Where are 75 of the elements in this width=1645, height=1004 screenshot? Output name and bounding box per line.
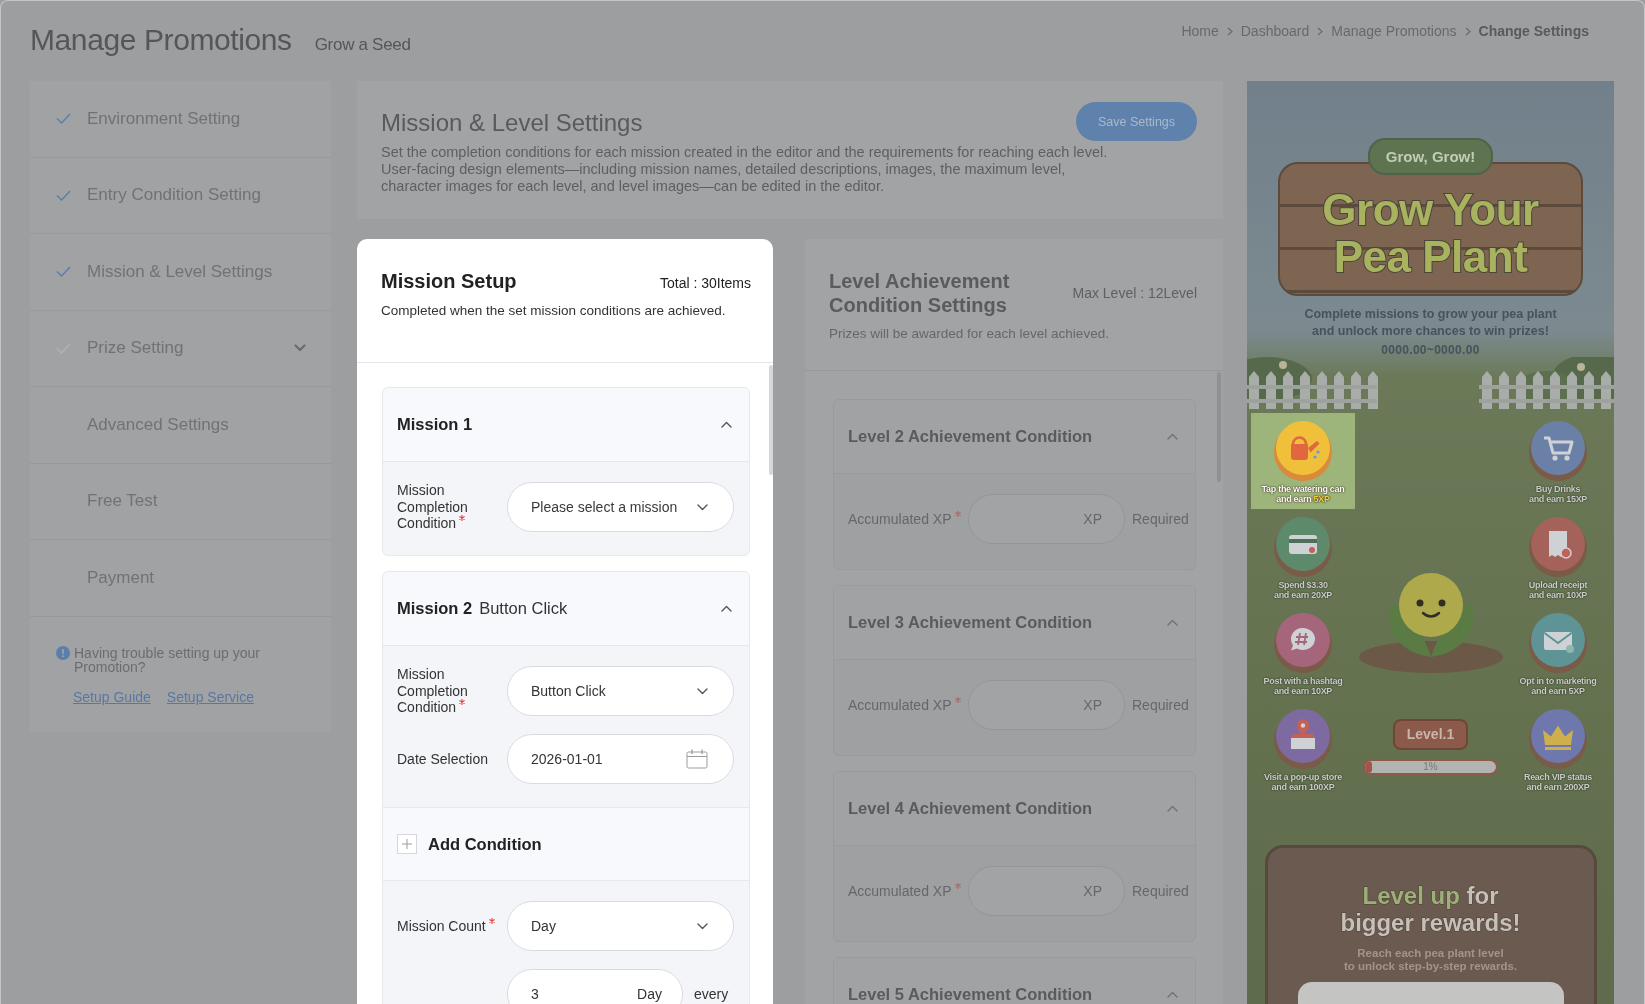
reward-text: Reach each pea plant level to unlock step-by-step rewards. [1343, 947, 1518, 973]
chevron-down-icon [697, 503, 708, 511]
select-field[interactable]: Day [507, 901, 734, 951]
xp-input-field[interactable]: XP [968, 866, 1125, 916]
title-badge: Grow, Grow! [1367, 138, 1494, 175]
progress-percent: 1% [1422, 761, 1439, 773]
level-title: Level 3 Achievement Condition [848, 613, 1093, 632]
breadcrumb-current: Change Settings [1478, 23, 1589, 39]
mission-card-header[interactable]: Mission 2 Button Click [383, 572, 749, 645]
xp-input-field[interactable]: XP [968, 680, 1125, 730]
mission-label: Tap the watering can and earn 5XP [1261, 484, 1345, 504]
section-title: Mission & Level Settings [381, 108, 643, 138]
chevron-down-icon [294, 344, 306, 353]
unit-label: XP [1083, 697, 1102, 713]
mission-label: Post with a hashtag and earn 10XP [1263, 676, 1343, 696]
mission-title: Mission 2 [397, 599, 473, 618]
select-field[interactable]: Button Click [507, 666, 734, 716]
save-button[interactable]: Save Settings [1076, 102, 1197, 141]
help-link[interactable]: Setup Service [166, 688, 254, 705]
section-description: Set the completion conditions for each mission created in the editor and the requirements for reaching each level. User-facing design elements—including mission names, detailed descriptions, images, the maximum level, character images for each level, and level images—can be edited in the editor. [381, 144, 1109, 195]
panel-title: Mission Setup [381, 269, 517, 293]
info-icon [56, 645, 70, 660]
help-link[interactable]: Setup Guide [73, 688, 151, 705]
mission-label: Reach VIP status and earn 200XP [1523, 772, 1593, 792]
chevron-down-icon [697, 687, 708, 695]
field-suffix: Required [1132, 697, 1189, 713]
date-field[interactable]: 2026-01-01 [507, 734, 734, 784]
field-label: Date Selection [397, 750, 489, 767]
mission-label: Visit a pop-up store and earn 100XP [1264, 772, 1342, 792]
chevron-right-icon [1464, 26, 1471, 36]
page-title: Manage Promotions [30, 23, 292, 57]
mission-title: Mission 1 [397, 415, 473, 434]
level-badge: Level.1 [1392, 719, 1469, 750]
field-label: Mission Completion Condition [397, 482, 468, 532]
field-suffix: Required [1132, 511, 1189, 527]
level-title: Level 2 Achievement Condition [848, 427, 1093, 446]
mission-label: Opt in to marketing and earn 5XP [1519, 676, 1597, 696]
action-button[interactable] [1297, 982, 1564, 1004]
mission-name: Button Click [479, 599, 568, 618]
count-field[interactable]: 3 Day [507, 969, 683, 1004]
field-label: Mission Count [397, 917, 486, 934]
panel-subtitle: Completed when the set mission conditions are achieved. [381, 303, 727, 318]
mission-label: Spend $3.30 and earn 20XP [1273, 580, 1333, 600]
game-description: Complete missions to grow your pea plant and unlock more chances to win prizes! [1304, 306, 1557, 340]
unit-label: Day [637, 986, 662, 1002]
field-label: Accumulated XP [848, 882, 952, 899]
unit-label: XP [1083, 883, 1102, 899]
mission-label: Upload receipt and earn 10XP [1528, 580, 1588, 600]
level-title: Level 4 Achievement Condition [848, 799, 1093, 818]
select-field[interactable]: Please select a mission [507, 482, 734, 532]
chevron-down-icon [697, 922, 708, 930]
panel-title: Level Achievement Condition Settings [829, 269, 1011, 317]
mission-card-header[interactable]: Mission 1 [383, 388, 749, 461]
total-count: Total : 30Items [659, 275, 751, 291]
scrollbar[interactable] [769, 365, 773, 475]
field-label: Accumulated XP [848, 510, 952, 527]
mission-label: Buy Drinks and earn 15XP [1528, 484, 1588, 504]
calendar-icon [686, 749, 708, 769]
game-title: Grow Your Pea Plant [1322, 186, 1539, 280]
panel-subtitle: Prizes will be awarded for each level achieved. [829, 326, 1110, 341]
promotion-name: Grow a Seed [314, 35, 411, 55]
chevron-right-icon [1317, 26, 1324, 36]
xp-input-field[interactable]: XP [968, 494, 1125, 544]
plus-icon [397, 834, 417, 854]
field-label: Mission Completion Condition [397, 666, 468, 716]
reward-title: Level up for bigger rewards! [1340, 882, 1521, 936]
field-suffix: Required [1132, 883, 1189, 899]
field-suffix: every [694, 986, 729, 1002]
unit-label: XP [1083, 511, 1102, 527]
max-level: Max Level : 12Level [1072, 285, 1197, 301]
level-title: Level 5 Achievement Condition [848, 985, 1093, 1004]
chevron-right-icon [1226, 26, 1233, 36]
field-label: Accumulated XP [848, 696, 952, 713]
add-condition-button[interactable]: Add Condition [397, 834, 542, 854]
highlighted-mission-tile[interactable]: Tap the watering can and earn 5XP [1251, 413, 1355, 509]
